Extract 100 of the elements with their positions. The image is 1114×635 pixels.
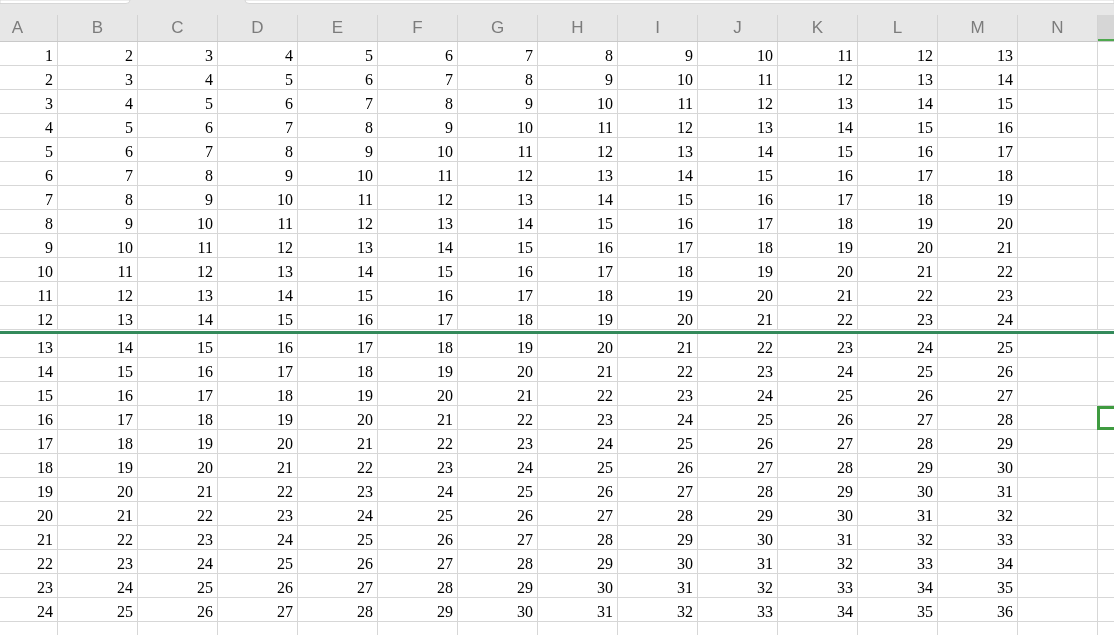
column-header[interactable]: E: [298, 15, 378, 41]
table-cell: 19: [778, 234, 858, 257]
column-header[interactable]: M: [938, 15, 1018, 41]
table-cell: 12: [618, 114, 698, 137]
table-cell: 23: [458, 430, 538, 453]
table-cell: 10: [298, 162, 378, 185]
table-cell: 17: [858, 162, 938, 185]
table-cell: 25: [538, 454, 618, 477]
table-cell: 33: [698, 598, 778, 621]
table-cell: 25: [938, 334, 1018, 357]
table-cell: 8: [538, 42, 618, 65]
table-cell: 4: [218, 42, 298, 65]
table-cell: 13: [858, 66, 938, 89]
table-cell: 6: [0, 162, 58, 185]
table-cell: 14: [778, 114, 858, 137]
table-cell: 12: [218, 234, 298, 257]
column-header[interactable]: J: [698, 15, 778, 41]
table-cell: 27: [858, 406, 938, 429]
table-cell: 16: [58, 382, 138, 405]
table-cell: 27: [698, 454, 778, 477]
table-cell: 23: [538, 406, 618, 429]
table-cell: 7: [138, 138, 218, 161]
table-cell: 19: [618, 282, 698, 305]
table-cell: 26: [778, 406, 858, 429]
table-cell: 13: [698, 114, 778, 137]
table-cell: 21: [618, 334, 698, 357]
table-cell: 11: [618, 90, 698, 113]
table-cell: 21: [218, 454, 298, 477]
table-cell: 9: [618, 42, 698, 65]
table-cell: 11: [778, 42, 858, 65]
column-header[interactable]: K: [778, 15, 858, 41]
table-cell: 22: [858, 282, 938, 305]
table-cell: 11: [698, 66, 778, 89]
column-header[interactable]: A: [0, 15, 58, 41]
column-header[interactable]: F: [378, 15, 458, 41]
table-cell: 27: [298, 574, 378, 597]
table-cell: 31: [698, 550, 778, 573]
table-cell: 13: [618, 138, 698, 161]
table-cell: 12: [538, 138, 618, 161]
table-cell: 30: [458, 598, 538, 621]
table-cell: 24: [778, 358, 858, 381]
table-cell: 9: [138, 186, 218, 209]
table-cell: 13: [0, 334, 58, 357]
table-cell: 35: [858, 598, 938, 621]
table-cell: 9: [298, 138, 378, 161]
table-cell: 9: [0, 234, 58, 257]
table-cell: 9: [458, 90, 538, 113]
column-header[interactable]: B: [58, 15, 138, 41]
column-header[interactable]: C: [138, 15, 218, 41]
table-cell: 3: [0, 90, 58, 113]
table-cell: 13: [218, 258, 298, 281]
table-cell: 20: [218, 430, 298, 453]
table-cell: 7: [298, 90, 378, 113]
table-cell: 15: [218, 306, 298, 330]
table-cell: 6: [298, 66, 378, 89]
table-cell: 3: [58, 66, 138, 89]
table-cell: 19: [458, 334, 538, 357]
table-cell: 18: [0, 454, 58, 477]
table-cell: 33: [938, 526, 1018, 549]
table-cell: 4: [58, 90, 138, 113]
table-cell: 24: [378, 478, 458, 501]
table-cell: 5: [218, 66, 298, 89]
table-cell: 23: [778, 334, 858, 357]
table-cell: 24: [858, 334, 938, 357]
table-cell: 11: [458, 138, 538, 161]
table-cell: 22: [58, 526, 138, 549]
table-cell: 12: [0, 306, 58, 330]
table-cell: 12: [778, 66, 858, 89]
table-cell: 29: [938, 430, 1018, 453]
table-cell: 10: [58, 234, 138, 257]
table-cell: 7: [458, 42, 538, 65]
table-cell: 9: [378, 114, 458, 137]
table-cell: 22: [538, 382, 618, 405]
table-cell: 21: [538, 358, 618, 381]
table-cell: 28: [538, 526, 618, 549]
table-cell: 2: [0, 66, 58, 89]
table-cell: 22: [778, 306, 858, 330]
table-cell: 24: [458, 454, 538, 477]
table-cell: 20: [0, 502, 58, 525]
table-cell: 19: [218, 406, 298, 429]
column-header[interactable]: [1098, 15, 1114, 41]
column-header[interactable]: L: [858, 15, 938, 41]
column-header[interactable]: I: [618, 15, 698, 41]
table-cell: 27: [618, 478, 698, 501]
table-cell: 13: [58, 306, 138, 330]
table-cell: 20: [698, 282, 778, 305]
table-cell: 28: [698, 478, 778, 501]
table-cell: 17: [218, 358, 298, 381]
column-header[interactable]: H: [538, 15, 618, 41]
table-cell: 22: [698, 334, 778, 357]
table-cell: 10: [378, 138, 458, 161]
column-header[interactable]: G: [458, 15, 538, 41]
table-cell: 13: [778, 90, 858, 113]
table-cell: 2: [58, 42, 138, 65]
table-cell: 1: [0, 42, 58, 65]
table-cell: 14: [0, 358, 58, 381]
column-header[interactable]: D: [218, 15, 298, 41]
table-cell: 13: [458, 186, 538, 209]
table-cell: 18: [58, 430, 138, 453]
table-cell: 14: [138, 306, 218, 330]
